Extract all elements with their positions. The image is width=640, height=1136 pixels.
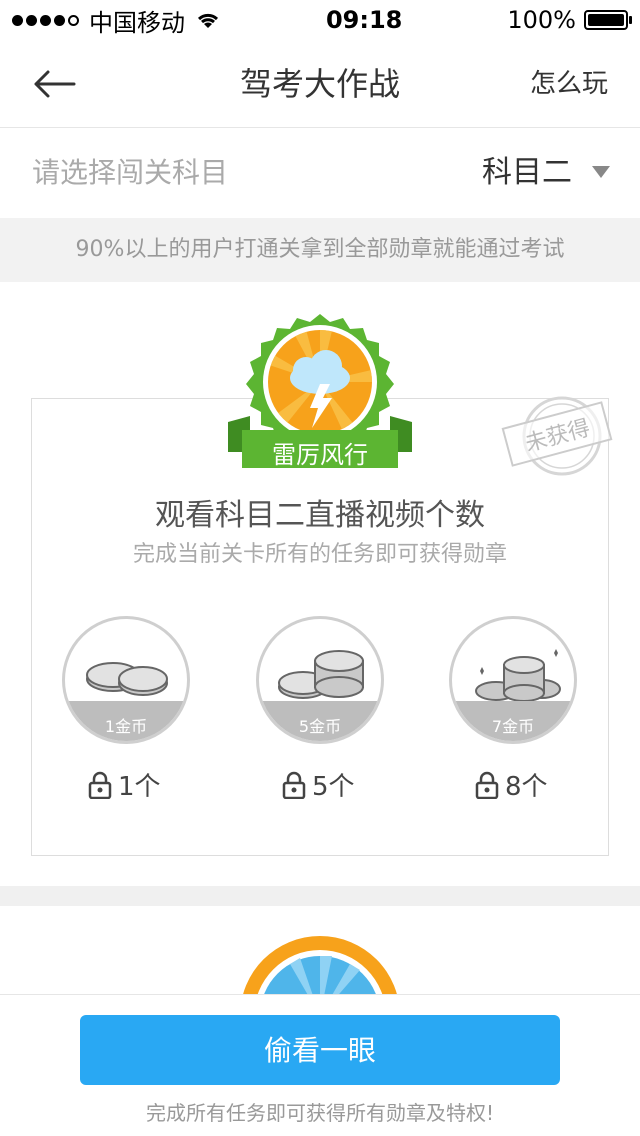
requirement-row: 8个: [475, 766, 548, 803]
task-subtitle: 完成当前关卡所有的任务即可获得勋章: [132, 542, 507, 567]
battery-label: 100%: [507, 6, 576, 34]
requirement-count: 5个: [312, 772, 355, 802]
status-bar: 中国移动 09:18 100%: [0, 0, 640, 40]
requirement-row: 1个: [88, 766, 161, 803]
subject-selector-label: 请选择闯关科目: [32, 156, 229, 189]
task-title: 观看科目二直播视频个数: [155, 498, 485, 533]
footer-note: 完成所有任务即可获得所有勋章及特权!: [145, 1101, 495, 1125]
requirement-count: 8个: [505, 772, 548, 802]
wifi-icon: [197, 13, 219, 28]
reward-item: 5金币 5个: [256, 616, 386, 806]
coin-amount: 1金币: [104, 717, 148, 736]
carrier-label: 中国移动: [89, 8, 185, 37]
coin-amount: 5金币: [298, 717, 342, 736]
lock-icon: [88, 771, 112, 799]
coin-badge: 5金币: [256, 616, 384, 744]
subject-selector[interactable]: 请选择闯关科目 科目二: [0, 128, 640, 218]
coin-badge: 7金币: [449, 616, 577, 744]
medal-name-label: 雷厉风行: [272, 441, 368, 469]
coin-badge: 1金币: [62, 616, 190, 744]
requirement-count: 1个: [118, 772, 161, 802]
reward-item: 1金币 1个: [62, 616, 192, 806]
how-to-play-link[interactable]: 怎么玩: [530, 40, 608, 128]
status-left: 中国移动: [12, 3, 221, 38]
status-time: 09:18: [325, 6, 403, 34]
section-separator: [0, 886, 640, 906]
dropdown-caret-icon[interactable]: [592, 166, 610, 178]
requirement-row: 5个: [282, 766, 355, 803]
coin-stack-icon: [278, 650, 364, 699]
coin-amount: 7金币: [491, 717, 535, 736]
lock-icon: [282, 771, 306, 799]
notice-banner: 90%以上的用户打通关拿到全部勋章就能通过考试: [0, 218, 640, 282]
peek-button[interactable]: 偷看一眼: [80, 1015, 560, 1085]
footer-bar: 偷看一眼 完成所有任务即可获得所有勋章及特权!: [0, 994, 640, 1136]
subject-selector-value[interactable]: 科目二: [482, 128, 572, 218]
coin-icon: [86, 662, 168, 696]
signal-icon: [12, 14, 79, 26]
nav-bar: 驾考大作战 怎么玩: [0, 40, 640, 128]
lock-icon: [475, 771, 499, 799]
next-medal-icon: [242, 936, 398, 996]
battery-icon: [584, 10, 632, 30]
reward-item: 7金币 8个: [449, 616, 579, 806]
status-right: 100%: [507, 6, 632, 34]
coin-pile-icon: [475, 649, 561, 702]
